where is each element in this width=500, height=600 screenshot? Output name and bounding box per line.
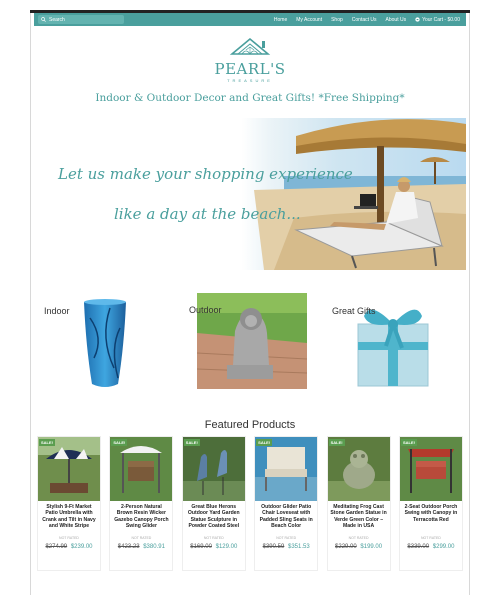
product-image[interactable]: SALE! bbox=[110, 437, 173, 501]
nav-link-shop[interactable]: Shop bbox=[331, 17, 343, 23]
hero-text-line-1: Let us make your shopping experience bbox=[58, 165, 353, 183]
blue-vase-image bbox=[84, 299, 126, 387]
product-price: $299.00 bbox=[432, 544, 455, 550]
product-image[interactable]: SALE! bbox=[182, 437, 245, 501]
product-image[interactable]: SALE! bbox=[255, 437, 318, 501]
category-label-indoor: Indoor bbox=[44, 306, 70, 316]
heron-statue-image bbox=[182, 437, 245, 501]
product-price: $199.00 bbox=[360, 544, 383, 550]
category-label-outdoor: Outdoor bbox=[189, 305, 222, 315]
product-old-price: $339.00 bbox=[407, 544, 430, 550]
product-name[interactable]: Meditating Frog Cast Stone Garden Statue… bbox=[328, 501, 390, 534]
category-gifts[interactable]: Great Gifts bbox=[330, 294, 460, 389]
sale-badge: SALE! bbox=[256, 439, 273, 446]
sale-badge: SALE! bbox=[39, 439, 55, 446]
product-rating: NOT RATED bbox=[203, 536, 224, 540]
product-price: $351.53 bbox=[288, 544, 310, 550]
product-card[interactable]: SALE! Meditating Frog Cast Stone Garden … bbox=[326, 436, 391, 571]
nav-link-contact[interactable]: Contact Us bbox=[352, 17, 377, 23]
product-image[interactable]: SALE! bbox=[399, 437, 462, 501]
product-name[interactable]: Outdoor Glider Patio Chair Loveseat with… bbox=[255, 501, 317, 534]
search-input[interactable]: Search bbox=[38, 15, 124, 24]
product-prices: $229.00 $199.00 bbox=[328, 544, 390, 550]
top-navbar: Search Home My Account Shop Contact Us A… bbox=[34, 13, 466, 26]
cart-link[interactable]: Your Cart - $0.00 bbox=[415, 17, 460, 23]
cart-label: Your Cart - $0.00 bbox=[422, 16, 460, 23]
sale-badge: SALE! bbox=[328, 439, 345, 446]
nav-link-home[interactable]: Home bbox=[274, 17, 287, 23]
product-prices: $339.00 $299.00 bbox=[400, 544, 462, 550]
product-prices: $390.59 $351.53 bbox=[255, 544, 317, 550]
product-price: $380.91 bbox=[143, 544, 165, 550]
product-old-price: $390.59 bbox=[262, 544, 285, 550]
product-old-price: $274.99 bbox=[45, 544, 68, 550]
product-card[interactable]: SALE! Great Blue Herons Outdoor Yard Gar… bbox=[181, 436, 246, 571]
nav-link-my-account[interactable]: My Account bbox=[296, 17, 322, 23]
patio-umbrella-image bbox=[38, 437, 100, 501]
site-logo[interactable]: PEARL'S TREASURE bbox=[210, 36, 290, 86]
nav-link-about[interactable]: About Us bbox=[386, 17, 407, 23]
product-old-price: $229.00 bbox=[335, 544, 357, 550]
product-old-price: $169.00 bbox=[190, 544, 212, 550]
site-tagline: Indoor & Outdoor Decor and Great Gifts! … bbox=[95, 92, 405, 104]
product-card[interactable]: SALE! Stylish 9-Ft Market Patio Umbrella… bbox=[37, 436, 101, 571]
logo-subtitle: TREASURE bbox=[227, 78, 273, 83]
product-rating: NOT RATED bbox=[421, 536, 441, 540]
glider-chair-image bbox=[255, 437, 318, 501]
product-rating: NOT RATED bbox=[276, 536, 297, 540]
sale-badge: SALE! bbox=[400, 439, 417, 446]
product-price: $239.00 bbox=[70, 544, 93, 550]
product-prices: $169.00 $129.00 bbox=[183, 544, 245, 550]
product-rating: NOT RATED bbox=[59, 536, 79, 540]
featured-products-grid: SALE! Stylish 9-Ft Market Patio Umbrella… bbox=[37, 436, 463, 571]
product-rating: NOT RATED bbox=[131, 536, 152, 540]
product-price: $129.00 bbox=[215, 544, 238, 550]
gazebo-swing-image bbox=[110, 437, 173, 501]
product-image[interactable]: SALE! bbox=[38, 437, 100, 501]
hero-text-line-2: like a day at the beach... bbox=[114, 205, 301, 223]
beach-scene-image bbox=[254, 119, 466, 270]
product-image[interactable]: SALE! bbox=[327, 437, 390, 501]
product-name[interactable]: Stylish 9-Ft Market Patio Umbrella with … bbox=[38, 501, 100, 534]
search-placeholder: Search bbox=[49, 16, 65, 23]
frog-statue-image bbox=[327, 437, 390, 501]
product-card[interactable]: SALE! 2-Person Natural Brown Resin Wicke… bbox=[109, 436, 174, 571]
featured-products-heading: Featured Products bbox=[204, 419, 296, 431]
category-outdoor[interactable]: Outdoor bbox=[185, 293, 310, 391]
search-icon bbox=[41, 17, 46, 22]
sale-badge: SALE! bbox=[111, 439, 128, 446]
category-label-gifts: Great Gifts bbox=[332, 306, 376, 316]
product-old-price: $423.23 bbox=[117, 544, 140, 550]
product-name[interactable]: Great Blue Herons Outdoor Yard Garden St… bbox=[183, 501, 245, 534]
house-logo-icon bbox=[229, 37, 271, 55]
product-rating: NOT RATED bbox=[348, 536, 369, 540]
product-card[interactable]: SALE! 2-Seat Outdoor Porch Swing with Ca… bbox=[398, 436, 463, 571]
hero-banner[interactable]: Let us make your shopping experience lik… bbox=[34, 118, 466, 270]
product-name[interactable]: 2-Seat Outdoor Porch Swing with Canopy i… bbox=[400, 501, 462, 534]
product-name[interactable]: 2-Person Natural Brown Resin Wicker Gaze… bbox=[110, 501, 172, 534]
porch-swing-image bbox=[399, 437, 462, 501]
nav-links: Home My Account Shop Contact Us About Us… bbox=[265, 17, 460, 23]
category-indoor[interactable]: Indoor bbox=[40, 296, 170, 391]
cart-icon bbox=[415, 17, 420, 22]
sale-badge: SALE! bbox=[183, 439, 200, 446]
product-prices: $274.99 $239.00 bbox=[38, 544, 100, 550]
logo-name: PEARL'S bbox=[214, 60, 286, 78]
product-card[interactable]: SALE! Outdoor Glider Patio Chair Lovesea… bbox=[254, 436, 319, 571]
product-prices: $423.23 $380.91 bbox=[110, 544, 172, 550]
